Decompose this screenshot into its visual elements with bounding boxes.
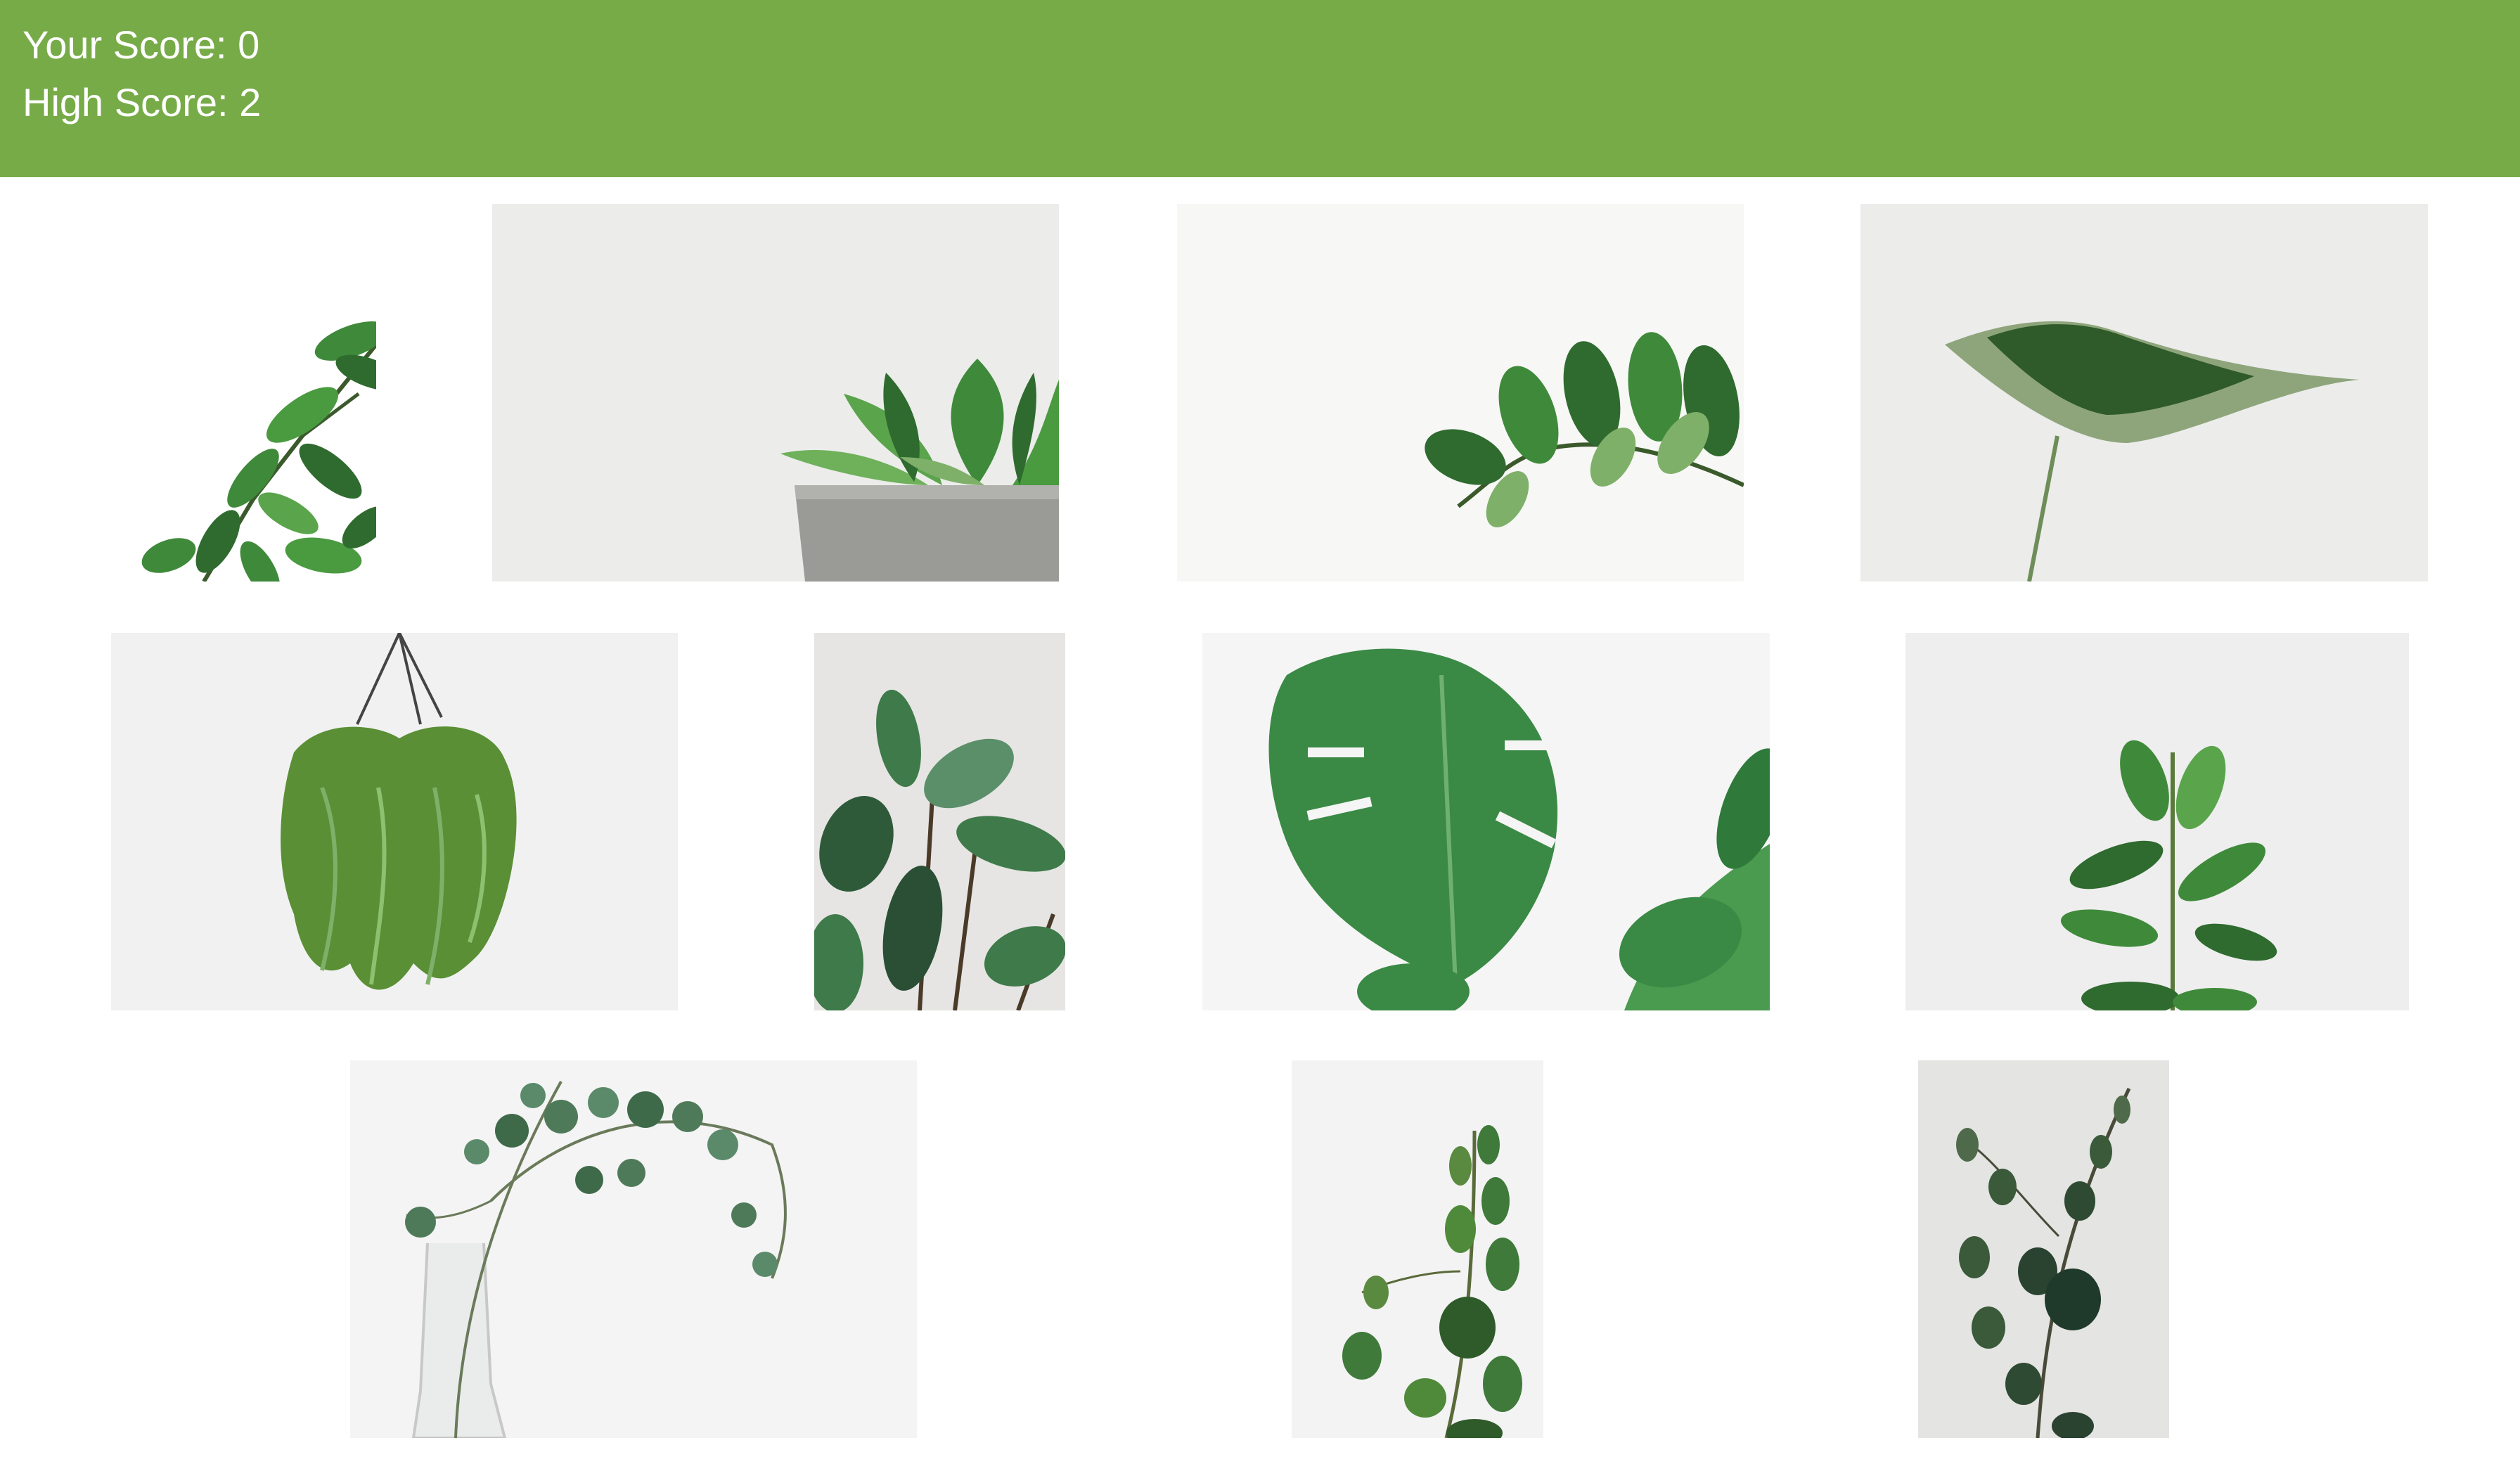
score-header: Your Score: 0 High Score: 2 (0, 0, 2520, 177)
succulent-pot-image (780, 359, 1059, 582)
plant-card-10[interactable] (1292, 1060, 1543, 1438)
ficus-seedling-image (2060, 740, 2277, 1010)
plant-card-2[interactable] (492, 204, 1059, 582)
plant-card-1[interactable] (91, 204, 376, 582)
plant-card-6[interactable] (814, 633, 1065, 1010)
anthurium-leaf-image (1945, 321, 2360, 582)
plant-card-3[interactable] (1177, 204, 1744, 582)
plant-card-9[interactable] (350, 1060, 917, 1438)
plant-card-8[interactable] (1905, 633, 2409, 1010)
plant-card-11[interactable] (1918, 1060, 2169, 1438)
eucalyptus-branch-image (1956, 1087, 2131, 1438)
hanging-fern-image (281, 633, 517, 990)
monstera-image (1268, 648, 1770, 1010)
eucalyptus-sprig-image (1342, 1125, 1522, 1438)
plant-card-4[interactable] (1860, 204, 2428, 582)
high-score: High Score: 2 (22, 80, 262, 124)
fig-leaf-branch-image (141, 321, 376, 582)
current-score: Your Score: 0 (22, 23, 260, 67)
plant-card-7[interactable] (1202, 633, 1770, 1010)
rubber-plant-image (814, 689, 1065, 1010)
zz-plant-image (1425, 332, 1744, 527)
eucalyptus-vase-image (405, 1081, 787, 1438)
plant-card-5[interactable] (111, 633, 678, 1010)
